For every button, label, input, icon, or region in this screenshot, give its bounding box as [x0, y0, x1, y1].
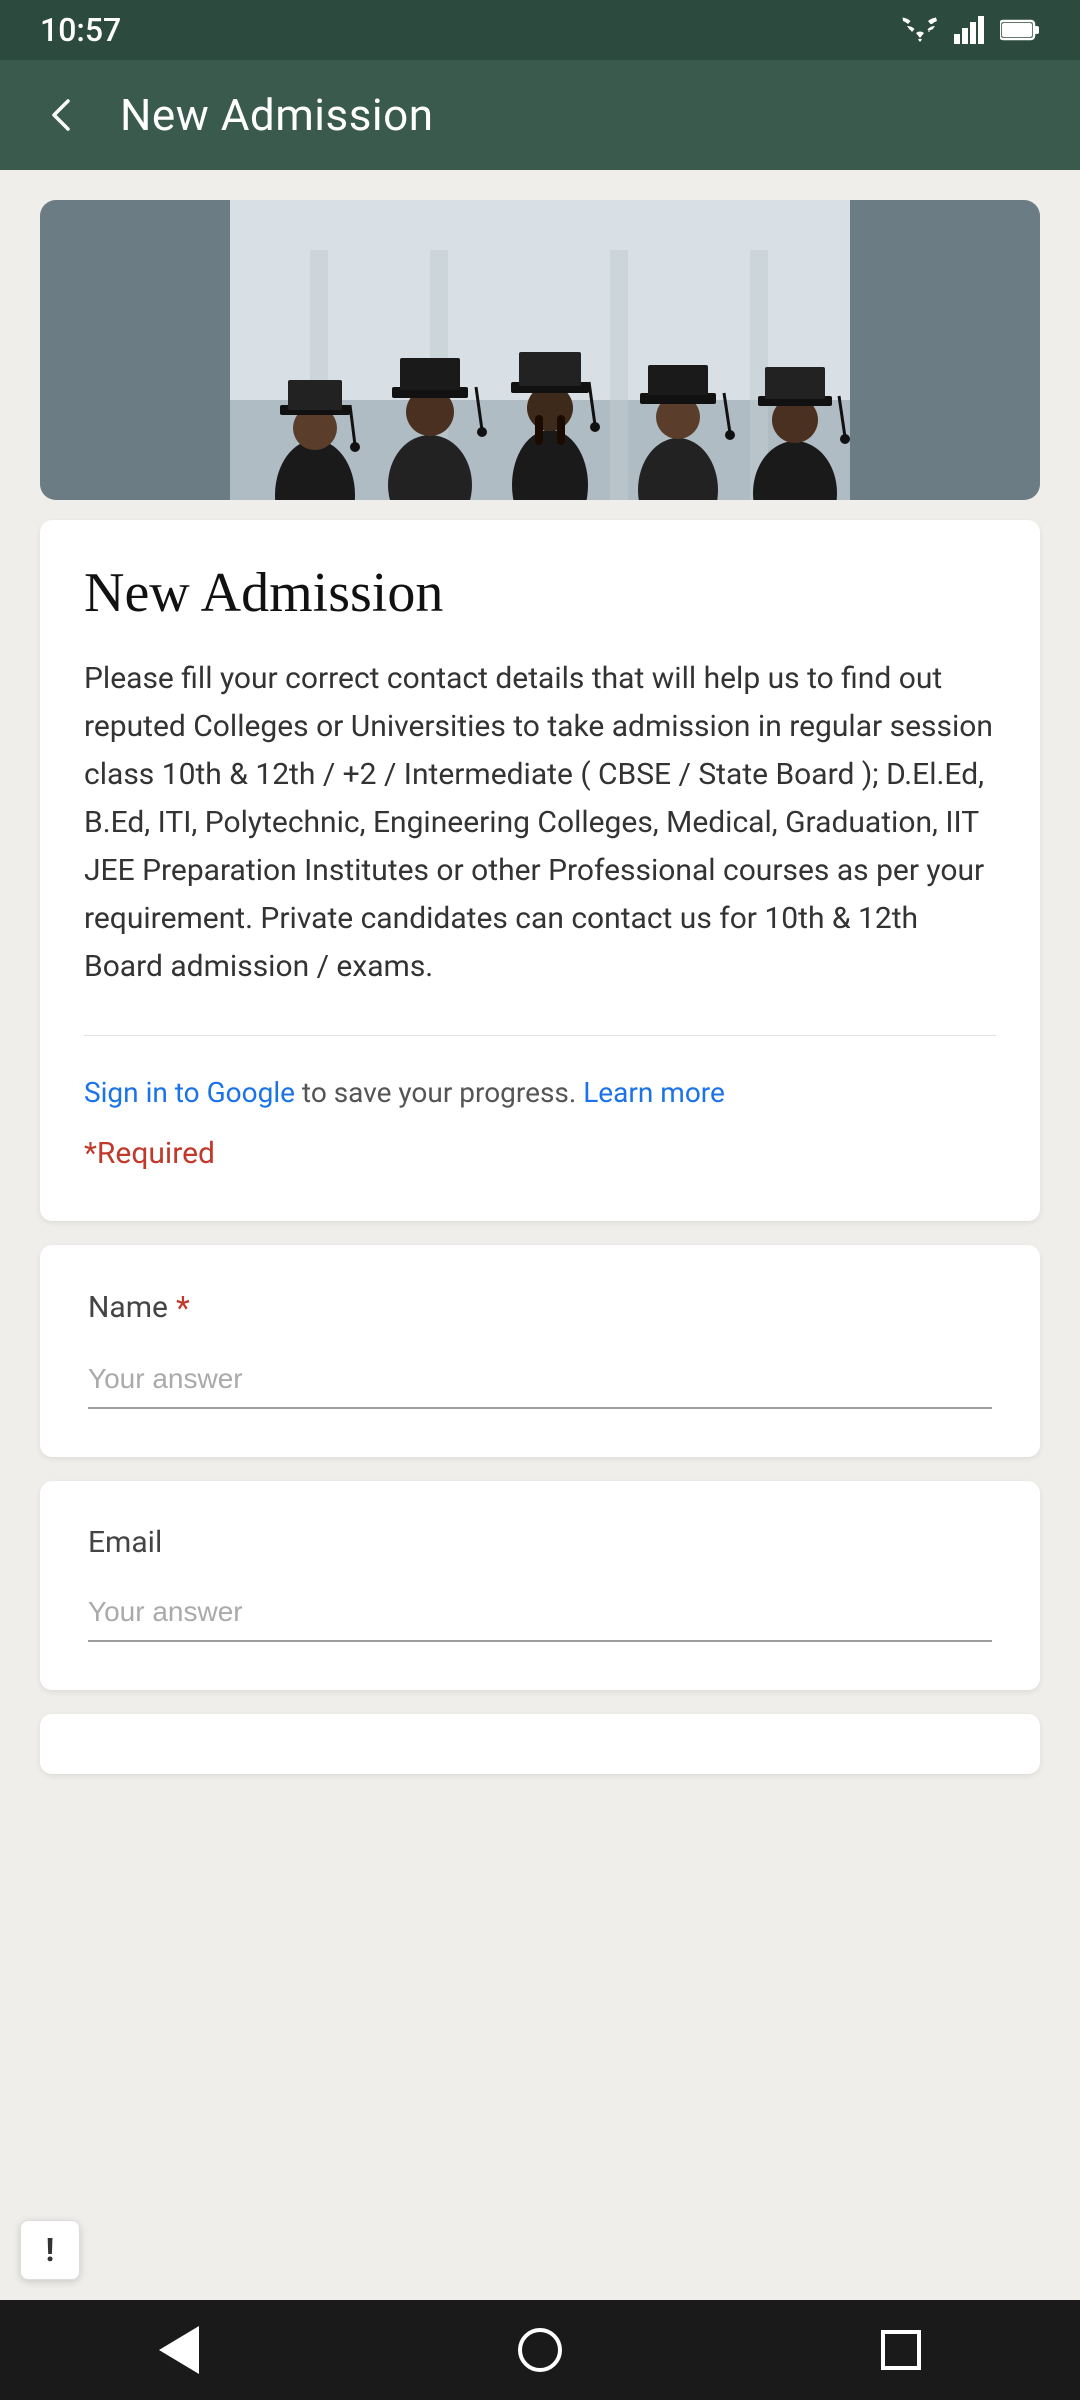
- content-card: New Admission Please fill your correct c…: [40, 520, 1040, 1221]
- learn-more-link[interactable]: Learn more: [583, 1076, 725, 1109]
- feedback-icon: !: [46, 2231, 55, 2269]
- email-field-label: Email: [88, 1525, 992, 1560]
- nav-back-button[interactable]: [159, 2326, 199, 2374]
- graduation-illustration: [40, 200, 1040, 500]
- hero-image: [40, 200, 1040, 500]
- bottom-navigation: [0, 2300, 1080, 2400]
- card-footer: Sign in to Google to save your progress.…: [40, 1036, 1040, 1220]
- app-bar: New Admission: [0, 60, 1080, 170]
- sign-in-google-link[interactable]: Sign in to Google: [84, 1076, 295, 1109]
- status-bar: 10:57: [0, 0, 1080, 60]
- name-required-star: *: [176, 1289, 190, 1327]
- back-button[interactable]: [40, 93, 84, 137]
- home-circle-icon: [518, 2328, 562, 2372]
- card-title: New Admission: [84, 560, 996, 627]
- wifi-icon: [902, 16, 938, 44]
- status-icons: [902, 16, 1040, 44]
- feedback-button[interactable]: !: [20, 2220, 80, 2280]
- email-input[interactable]: [88, 1588, 992, 1642]
- email-field-card: Email: [40, 1481, 1040, 1690]
- name-input[interactable]: [88, 1355, 992, 1409]
- card-body-text: Please fill your correct contact details…: [84, 655, 996, 991]
- required-label: *Required: [84, 1127, 996, 1181]
- sign-in-row: Sign in to Google to save your progress.…: [84, 1068, 996, 1118]
- status-time: 10:57: [40, 11, 121, 49]
- partial-card: [40, 1714, 1040, 1774]
- name-field-card: Name *: [40, 1245, 1040, 1457]
- name-field-label: Name *: [88, 1289, 992, 1327]
- recent-square-icon: [881, 2330, 921, 2370]
- battery-icon: [1000, 18, 1040, 42]
- card-content: New Admission Please fill your correct c…: [40, 520, 1040, 1035]
- nav-home-button[interactable]: [518, 2328, 562, 2372]
- nav-recent-button[interactable]: [881, 2330, 921, 2370]
- sign-in-text: to save your progress.: [295, 1076, 583, 1109]
- back-triangle-icon: [159, 2326, 199, 2374]
- app-bar-title: New Admission: [120, 89, 434, 141]
- signal-icon: [954, 16, 984, 44]
